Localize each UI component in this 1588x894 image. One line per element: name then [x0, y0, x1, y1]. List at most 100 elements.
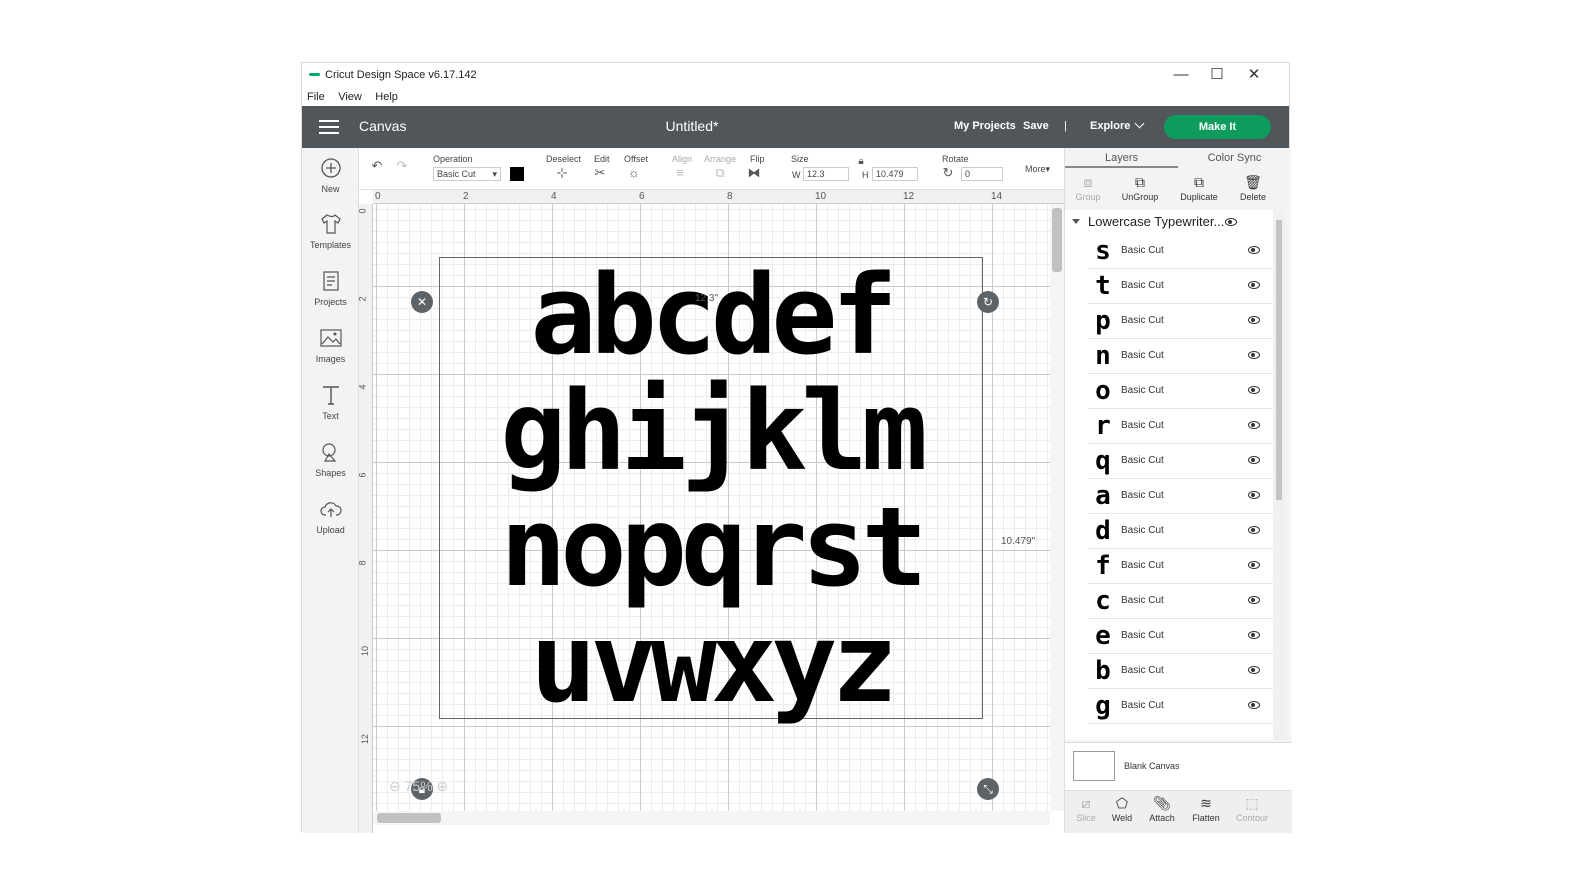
- visibility-eye-icon[interactable]: [1248, 316, 1260, 324]
- sidebar-item-new[interactable]: New: [302, 156, 359, 194]
- layer-row[interactable]: a Basic Cut: [1088, 479, 1273, 514]
- visibility-eye-icon[interactable]: [1248, 491, 1260, 499]
- visibility-eye-icon[interactable]: [1248, 456, 1260, 464]
- maximize-button[interactable]: ☐: [1200, 65, 1234, 85]
- layer-row[interactable]: e Basic Cut: [1088, 619, 1273, 654]
- menu-view[interactable]: View: [338, 88, 362, 106]
- layer-row[interactable]: g Basic Cut: [1088, 689, 1273, 724]
- rotate-handle-icon[interactable]: ↻: [977, 291, 999, 313]
- attach-label: Attach: [1149, 813, 1175, 823]
- layer-row[interactable]: r Basic Cut: [1088, 409, 1273, 444]
- my-projects-link[interactable]: My Projects: [954, 120, 1016, 132]
- group-button[interactable]: ⧈ Group: [1065, 174, 1111, 202]
- weld-button[interactable]: ⬠ Weld: [1101, 795, 1143, 823]
- ungroup-button[interactable]: ⧉ UnGroup: [1117, 174, 1163, 202]
- arrange-icon[interactable]: ⧉: [711, 165, 729, 181]
- layer-row[interactable]: p Basic Cut: [1088, 304, 1273, 339]
- layer-row[interactable]: d Basic Cut: [1088, 514, 1273, 549]
- visibility-eye-icon[interactable]: [1248, 351, 1260, 359]
- height-dimension: 10.479": [1001, 536, 1036, 547]
- collapse-triangle-icon[interactable]: [1072, 219, 1080, 224]
- tab-layers[interactable]: Layers: [1065, 148, 1178, 168]
- layer-row[interactable]: q Basic Cut: [1088, 444, 1273, 479]
- layers-scrollbar[interactable]: [1273, 210, 1285, 740]
- attach-button[interactable]: 📎︎ Attach: [1141, 795, 1183, 823]
- letter-row: uvwxyz: [530, 599, 897, 727]
- contour-button[interactable]: ⬚ Contour: [1231, 795, 1273, 823]
- canvas-horizontal-scrollbar[interactable]: [373, 811, 1050, 825]
- hamburger-menu-icon[interactable]: [319, 120, 339, 134]
- visibility-eye-icon[interactable]: [1248, 631, 1260, 639]
- sidebar-item-text[interactable]: Text: [302, 383, 359, 421]
- sidebar-item-templates[interactable]: Templates: [302, 212, 359, 250]
- visibility-eye-icon[interactable]: [1248, 701, 1260, 709]
- minimize-button[interactable]: —: [1164, 65, 1198, 85]
- visibility-eye-icon[interactable]: [1248, 421, 1260, 429]
- layer-row[interactable]: f Basic Cut: [1088, 549, 1273, 584]
- sidebar-item-images[interactable]: Images: [302, 326, 359, 364]
- ruler-tick: 12: [903, 191, 915, 202]
- zoom-control[interactable]: ⊖ 75% ⊕: [389, 778, 448, 795]
- visibility-eye-icon[interactable]: [1248, 246, 1260, 254]
- layer-row[interactable]: c Basic Cut: [1088, 584, 1273, 619]
- visibility-eye-icon[interactable]: [1248, 281, 1260, 289]
- menu-help[interactable]: Help: [375, 88, 398, 106]
- layer-row[interactable]: s Basic Cut: [1088, 234, 1273, 269]
- operation-value: Basic Cut: [437, 169, 476, 179]
- redo-icon[interactable]: ↷: [393, 158, 411, 174]
- layer-name: Basic Cut: [1121, 385, 1164, 396]
- sidebar-item-projects[interactable]: Projects: [302, 269, 359, 307]
- design-canvas[interactable]: 0 2 4 6 8 10 12 14 0 2 4 6 8 10 12 abcde…: [359, 190, 1064, 833]
- ruler-tick: 8: [359, 560, 368, 565]
- layer-row[interactable]: o Basic Cut: [1088, 374, 1273, 409]
- color-swatch[interactable]: [510, 167, 524, 181]
- canvas-vertical-scrollbar[interactable]: [1050, 204, 1064, 811]
- flatten-button[interactable]: ≋ Flatten: [1185, 795, 1227, 823]
- lock-icon[interactable]: 🔒︎: [852, 154, 870, 170]
- layer-row[interactable]: t Basic Cut: [1088, 269, 1273, 304]
- deselect-icon[interactable]: ⊹: [553, 165, 571, 181]
- scroll-thumb[interactable]: [1276, 220, 1282, 500]
- sidebar-item-upload[interactable]: Upload: [302, 497, 359, 535]
- explore-dropdown[interactable]: Explore: [1090, 118, 1145, 132]
- save-button[interactable]: Save: [1023, 120, 1049, 132]
- rotate-icon[interactable]: ↻: [939, 165, 957, 181]
- contour-label: Contour: [1235, 813, 1269, 823]
- visibility-eye-icon[interactable]: [1248, 386, 1260, 394]
- scroll-thumb[interactable]: [1052, 208, 1062, 272]
- tab-color-sync[interactable]: Color Sync: [1178, 148, 1291, 168]
- width-input[interactable]: 12.3: [803, 167, 849, 181]
- flip-icon[interactable]: ⧓: [745, 165, 763, 181]
- layer-row[interactable]: b Basic Cut: [1088, 654, 1273, 689]
- blank-canvas-row[interactable]: Blank Canvas: [1065, 742, 1292, 790]
- menu-file[interactable]: File: [307, 88, 325, 106]
- edit-scissors-icon[interactable]: ✂: [591, 165, 609, 181]
- typewriter-letters[interactable]: abcdef ghijklm nopqrst uvwxyz: [439, 257, 983, 721]
- offset-icon[interactable]: ☼: [625, 165, 643, 181]
- visibility-eye-icon[interactable]: [1248, 596, 1260, 604]
- ruler-tick: 10: [815, 191, 827, 202]
- close-window-button[interactable]: ✕: [1237, 65, 1271, 85]
- layer-row[interactable]: n Basic Cut: [1088, 339, 1273, 374]
- rotate-input[interactable]: 0: [961, 167, 1003, 181]
- delete-handle-icon[interactable]: ✕: [411, 291, 433, 313]
- visibility-eye-icon[interactable]: [1248, 561, 1260, 569]
- delete-button[interactable]: 🗑︎ Delete: [1230, 174, 1276, 202]
- operation-select[interactable]: Basic Cut ▾: [433, 167, 501, 181]
- width-value: 12.3: [807, 169, 825, 179]
- sidebar-item-shapes[interactable]: Shapes: [302, 440, 359, 478]
- duplicate-button[interactable]: ⧉ Duplicate: [1176, 174, 1222, 202]
- resize-handle-icon[interactable]: ⤡: [977, 778, 999, 800]
- scroll-thumb[interactable]: [377, 813, 441, 823]
- width-dimension: 12.3": [695, 293, 719, 304]
- visibility-eye-icon[interactable]: [1225, 218, 1237, 226]
- make-it-button[interactable]: Make It: [1164, 115, 1271, 139]
- height-input[interactable]: 10.479: [872, 167, 918, 181]
- undo-icon[interactable]: ↶: [368, 158, 386, 174]
- visibility-eye-icon[interactable]: [1248, 526, 1260, 534]
- more-dropdown[interactable]: More▾: [1025, 164, 1050, 175]
- align-icon[interactable]: ≡: [671, 165, 689, 181]
- layer-group[interactable]: Lowercase Typewriter...: [1065, 210, 1273, 234]
- header-divider: |: [1064, 120, 1067, 132]
- visibility-eye-icon[interactable]: [1248, 666, 1260, 674]
